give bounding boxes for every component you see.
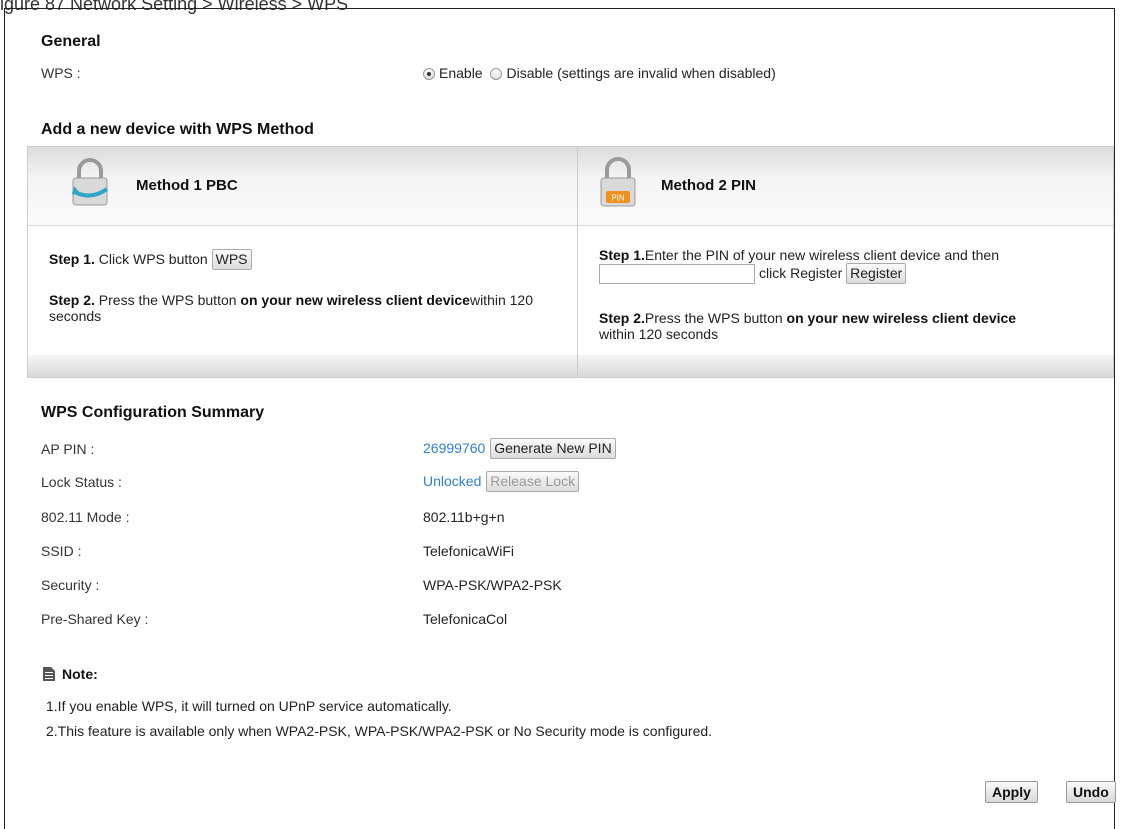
method1-step2: Step 2. Press the WPS button on your new… [49,292,539,324]
add-device-title: Add a new device with WPS Method [41,121,314,138]
security-value: WPA-PSK/WPA2-PSK [423,577,562,593]
pin-input[interactable] [599,264,755,285]
method1-step2-prefix: Step 2. [49,292,95,308]
note-line-2: 2.This feature is available only when WP… [46,723,713,739]
wps-disable-radio[interactable] [490,68,503,80]
method2-title: Method 2 PIN [661,177,757,194]
method2-step2-bold: on your new wireless client device [786,310,1017,326]
method2-step2: Step 2.Press the WPS button on your new … [599,310,1099,342]
release-lock-button[interactable]: Release Lock [486,471,580,492]
method1-step2-text: Press the WPS button [94,292,241,308]
lock-refresh-icon [71,158,109,206]
mode-label: 802.11 Mode : [41,509,130,525]
wps-methods-panel: Method 1 PBC PIN Method 2 PIN Step 1. Cl… [27,146,1114,378]
method1-step2-bold: on your new wireless client device [240,292,470,308]
method2-step2-text: Press the WPS button [644,310,787,326]
register-button[interactable]: Register [846,263,907,284]
security-label: Security : [41,577,100,593]
mode-value: 802.11b+g+n [423,509,505,525]
method2-step2-prefix: Step 2. [599,310,645,326]
ap-pin-value: 26999760 [423,440,486,456]
method1-step1-prefix: Step 1. [49,251,95,267]
ap-pin-row: 26999760 Generate New PIN [423,438,616,459]
wps-radio-group: Enable Disable (settings are invalid whe… [423,65,776,81]
apply-button[interactable]: Apply [985,781,1038,803]
generate-pin-button[interactable]: Generate New PIN [490,438,616,459]
method1-step1-text: Click WPS button [94,251,212,267]
ap-pin-label: AP PIN : [41,441,95,457]
lock-status-label: Lock Status : [41,474,122,490]
panel-divider [577,147,578,377]
method2-step2-text2: within 120 seconds [599,326,719,342]
undo-button[interactable]: Undo [1066,781,1116,803]
wps-label: WPS : [41,65,81,81]
method1-title: Method 1 PBC [136,177,238,194]
method2-step1-prefix: Step 1. [599,247,645,263]
summary-title: WPS Configuration Summary [41,404,265,421]
method2-step1-text: Enter the PIN of your new wireless clien… [644,247,999,263]
method1-step1: Step 1. Click WPS button WPS [49,249,252,270]
pin-badge-text: PIN [611,194,625,203]
lock-status-value: Unlocked [423,473,482,489]
note-title: Note: [62,666,98,682]
note-line-1: 1.If you enable WPS, it will turned on U… [46,698,452,714]
lock-status-row: Unlocked Release Lock [423,471,580,492]
ssid-value: TelefonicaWiFi [423,543,515,559]
lock-pin-icon: PIN [600,157,636,207]
wps-disable-label: Disable (settings are invalid when disab… [506,65,776,81]
general-title: General [41,33,101,50]
wps-enable-label: Enable [439,65,483,81]
method2-step1: Step 1.Enter the PIN of your new wireles… [599,247,1099,263]
psk-value: TelefonicaCol [423,611,508,627]
method2-pin-row: click Register Register [599,263,907,285]
click-register-text: click Register [759,265,847,281]
note-icon [43,667,55,681]
psk-label: Pre-Shared Key : [41,611,149,627]
wps-push-button[interactable]: WPS [211,249,252,270]
panel-footer [28,355,1113,377]
wps-enable-radio[interactable] [423,68,435,80]
ssid-label: SSID : [41,543,82,559]
